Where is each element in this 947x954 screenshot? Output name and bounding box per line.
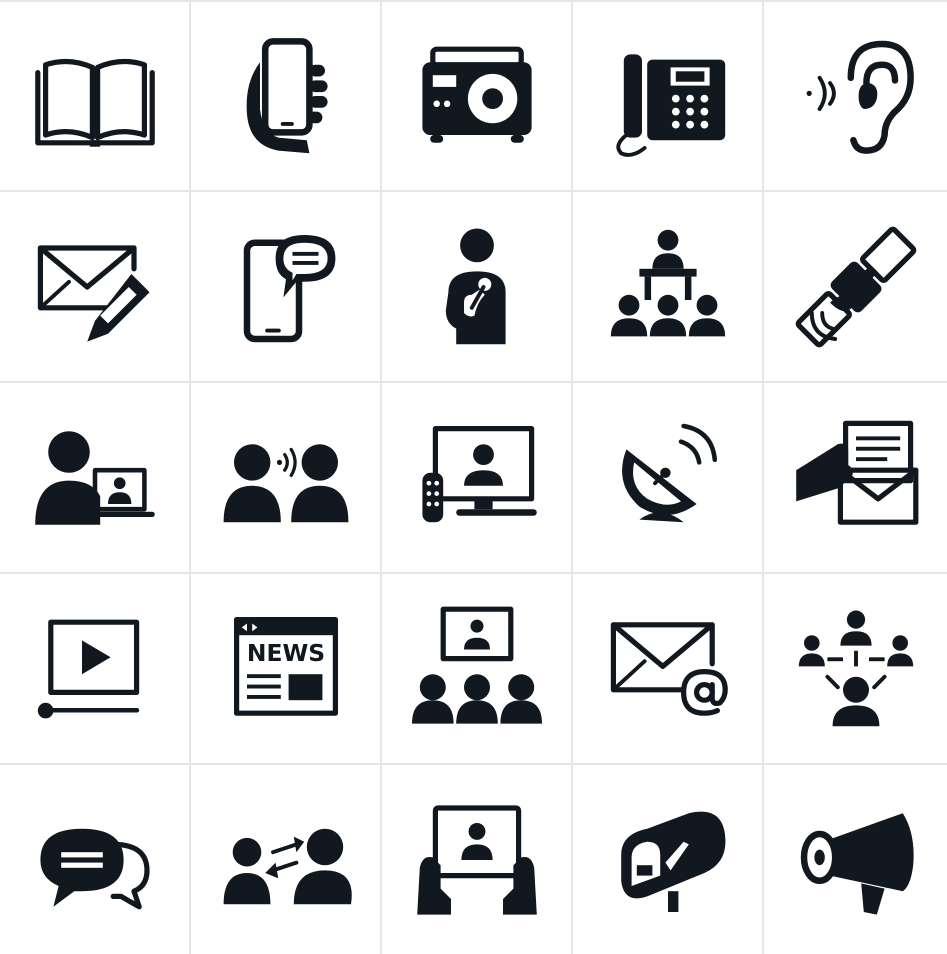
icon-cell <box>573 574 764 765</box>
people-exchange-icon <box>223 828 352 904</box>
icon-cell <box>573 765 764 954</box>
icon-cell <box>573 0 764 192</box>
icon-cell <box>764 765 947 954</box>
desk-phone-icon <box>615 54 725 157</box>
icon-cell: NEWS <box>191 574 382 765</box>
hand-mailing-letter-icon <box>795 420 918 525</box>
icon-cell <box>573 192 764 383</box>
tv-with-remote-icon <box>421 425 537 522</box>
two-people-talking-icon <box>223 443 348 522</box>
radio-icon <box>421 46 532 143</box>
icon-cell <box>764 0 947 192</box>
video-call-icon <box>34 430 155 525</box>
speaker-at-podium-icon <box>610 229 725 336</box>
smartphone-chat-icon <box>243 234 335 342</box>
hands-holding-tablet-icon <box>416 804 537 915</box>
icon-cell <box>764 574 947 765</box>
icon-cell <box>0 383 191 574</box>
icon-cell <box>0 765 191 954</box>
ear-listening-icon <box>806 40 914 154</box>
icon-cell <box>0 192 191 383</box>
icon-cell <box>191 192 382 383</box>
icon-cell <box>382 192 573 383</box>
satellite-dish-icon <box>621 423 717 522</box>
icon-cell <box>382 383 573 574</box>
icon-cell <box>191 383 382 574</box>
hand-holding-smartphone-icon <box>246 38 328 154</box>
video-player-icon <box>37 619 139 718</box>
news-label: NEWS <box>246 639 324 667</box>
mailbox-icon <box>620 811 725 912</box>
icon-cell <box>0 0 191 192</box>
network-people-icon <box>798 610 913 726</box>
news-website-icon: NEWS <box>233 616 338 716</box>
icon-cell <box>573 383 764 574</box>
icon-cell <box>191 765 382 954</box>
envelope-with-pen-icon <box>37 244 150 342</box>
megaphone-icon <box>800 812 914 915</box>
icon-cell <box>191 0 382 192</box>
icon-cell <box>382 765 573 954</box>
icon-cell <box>382 0 573 192</box>
email-at-icon <box>610 621 728 716</box>
icon-cell <box>0 574 191 765</box>
icon-cell <box>764 192 947 383</box>
speech-bubbles-icon <box>39 828 150 909</box>
icon-grid: NEWS <box>0 0 947 954</box>
icon-cell <box>382 574 573 765</box>
satellite-icon <box>795 226 916 347</box>
audience-watching-screen-icon <box>411 606 542 724</box>
icon-cell <box>764 383 947 574</box>
person-with-microphone-icon <box>445 228 506 344</box>
open-book-icon <box>34 58 155 147</box>
